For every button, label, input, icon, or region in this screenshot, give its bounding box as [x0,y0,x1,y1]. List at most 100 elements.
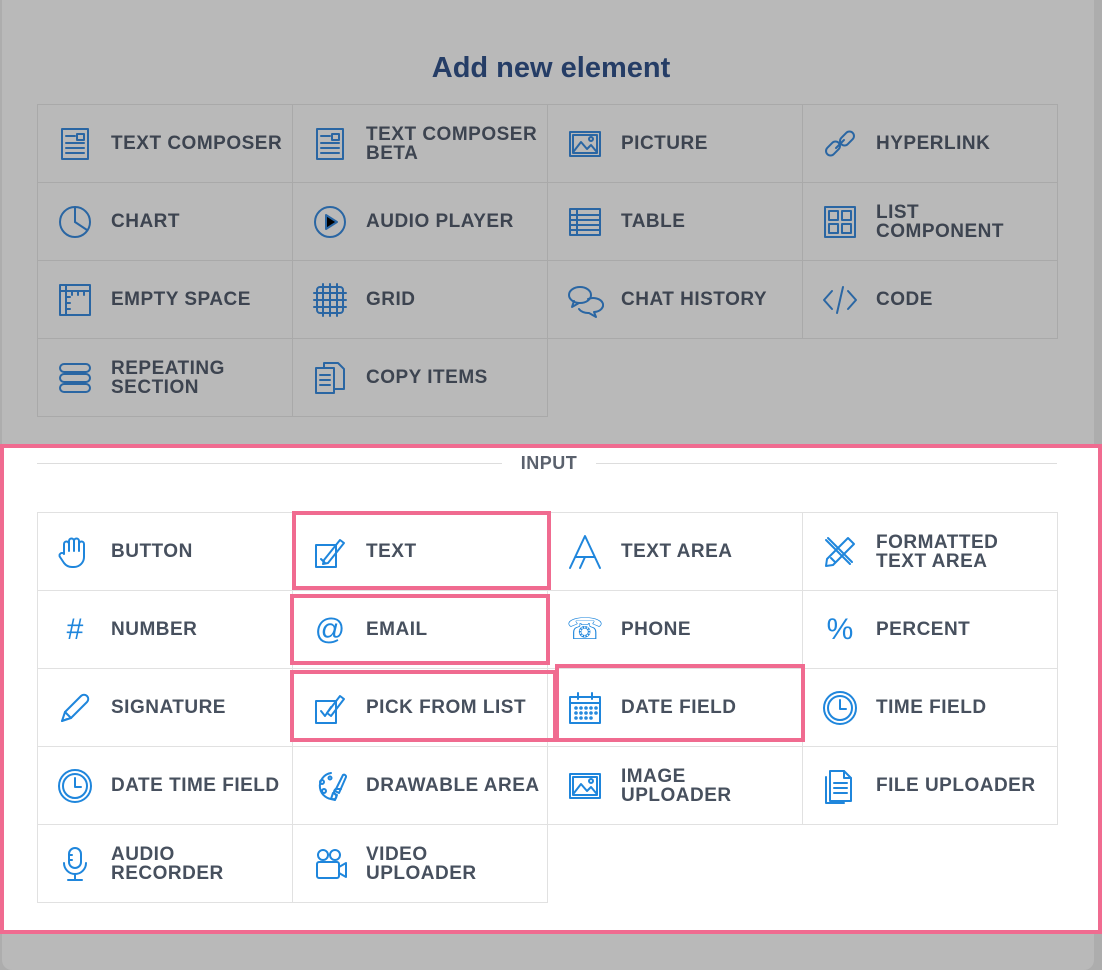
element-option-video-uploader[interactable]: VIDEO UPLOADER [293,825,548,903]
element-option-text-area[interactable]: TEXT AREA [548,513,803,591]
grid-list-icon [820,202,860,242]
element-option-audio-recorder[interactable]: AUDIO RECORDER [38,825,293,903]
copy-documents-icon [310,358,350,398]
element-option-file-uploader[interactable]: FILE UPLOADER [803,747,1058,825]
element-option-date-field[interactable]: DATE FIELD [548,669,803,747]
element-option-time-field[interactable]: TIME FIELD [803,669,1058,747]
element-option-label: TEXT COMPOSER BETA [366,123,538,164]
link-icon [820,124,860,164]
element-option-text-composer[interactable]: TEXT COMPOSER [38,105,293,183]
element-option-drawable-area[interactable]: DRAWABLE AREA [293,747,548,825]
element-option-list-component[interactable]: LIST COMPONENT [803,183,1058,261]
table-icon [565,202,605,242]
element-option-chat-history[interactable]: CHAT HISTORY [548,261,803,339]
element-option-repeating-section[interactable]: REPEATING SECTION [38,339,293,417]
element-option-label: AUDIO PLAYER [366,211,514,232]
file-icon [820,766,860,806]
element-option-label: CODE [876,289,933,310]
phone-icon: ☏ [566,612,604,646]
grid-icon [310,280,350,320]
element-option-label: DATE TIME FIELD [111,775,280,796]
element-option-label: PICTURE [621,133,708,154]
text-composer-icon [55,124,95,164]
pie-chart-icon [55,202,95,242]
element-option-hyperlink[interactable]: HYPERLINK [803,105,1058,183]
code-icon [820,280,860,320]
calendar-icon [565,688,605,728]
letter-a-icon [565,532,605,572]
chat-bubbles-icon [565,280,605,320]
element-option-label: LIST COMPONENT [876,201,1004,242]
element-option-label: TEXT COMPOSER [111,133,283,154]
pencil-box-icon [310,532,350,572]
element-option-label: TEXT AREA [621,541,733,562]
element-option-label: TABLE [621,211,686,232]
picture-icon [565,124,605,164]
element-option-email[interactable]: @ EMAIL [293,591,548,669]
element-option-label: VIDEO UPLOADER [366,843,477,884]
input-section-title: INPUT [502,452,596,474]
element-option-picture[interactable]: PICTURE [548,105,803,183]
element-option-label: AUDIO RECORDER [111,843,224,884]
hand-icon [55,532,95,572]
element-option-label: DATE FIELD [621,697,737,718]
percent-icon: % [826,612,854,646]
stack-icon [55,358,95,398]
element-option-label: EMAIL [366,619,428,640]
layout-elements-grid: TEXT COMPOSER TEXT COMPOSER BETA PICTURE HY… [37,104,1058,417]
ruler-icon [55,280,95,320]
dialog-title: Add new element [431,52,671,84]
clock-icon [55,766,95,806]
text-composer-beta-icon [310,124,350,164]
element-option-label: EMPTY SPACE [111,289,251,310]
element-option-table[interactable]: TABLE [548,183,803,261]
element-option-audio-player[interactable]: AUDIO PLAYER [293,183,548,261]
element-option-pick-from-list[interactable]: PICK FROM LIST [293,669,548,747]
element-option-label: PERCENT [876,619,971,640]
element-option-percent[interactable]: % PERCENT [803,591,1058,669]
element-option-label: TIME FIELD [876,697,987,718]
element-option-label: FILE UPLOADER [876,775,1036,796]
pen-icon [55,688,95,728]
element-option-label: CHAT HISTORY [621,289,768,310]
element-option-text[interactable]: TEXT [293,513,548,591]
element-option-empty-space[interactable]: EMPTY SPACE [38,261,293,339]
element-option-grid[interactable]: GRID [293,261,548,339]
microphone-icon [55,844,95,884]
element-option-code[interactable]: CODE [803,261,1058,339]
element-option-date-time-field[interactable]: DATE TIME FIELD [38,747,293,825]
palette-brush-icon [310,766,350,806]
element-option-label: COPY ITEMS [366,367,488,388]
element-option-signature[interactable]: SIGNATURE [38,669,293,747]
picture-icon [565,766,605,806]
element-option-text-composer-beta[interactable]: TEXT COMPOSER BETA [293,105,548,183]
element-option-phone[interactable]: ☏ PHONE [548,591,803,669]
element-option-label: HYPERLINK [876,133,991,154]
element-option-label: FORMATTED TEXT AREA [876,531,999,572]
element-option-button[interactable]: BUTTON [38,513,293,591]
element-option-copy-items[interactable]: COPY ITEMS [293,339,548,417]
element-option-label: REPEATING SECTION [111,357,225,398]
element-option-label: SIGNATURE [111,697,226,718]
element-option-label: BUTTON [111,541,193,562]
element-option-label: NUMBER [111,619,198,640]
element-option-label: TEXT [366,541,417,562]
element-option-formatted-text-area[interactable]: FORMATTED TEXT AREA [803,513,1058,591]
element-option-label: DRAWABLE AREA [366,775,540,796]
play-icon [310,202,350,242]
element-option-number[interactable]: # NUMBER [38,591,293,669]
element-option-label: CHART [111,211,180,232]
input-elements-grid: BUTTON TEXT TEXT AREA FORMATTED TEXT AREA # N… [37,512,1058,903]
clock-icon [820,688,860,728]
element-option-label: PICK FROM LIST [366,697,527,718]
checkbox-pencil-icon [310,688,350,728]
element-option-label: GRID [366,289,416,310]
element-option-label: PHONE [621,619,692,640]
element-option-chart[interactable]: CHART [38,183,293,261]
format-tools-icon [820,532,860,572]
element-option-label: IMAGE UPLOADER [621,765,732,806]
hash-icon: # [66,612,84,646]
element-option-image-uploader[interactable]: IMAGE UPLOADER [548,747,803,825]
at-sign-icon: @ [314,612,346,646]
video-camera-icon [310,844,350,884]
